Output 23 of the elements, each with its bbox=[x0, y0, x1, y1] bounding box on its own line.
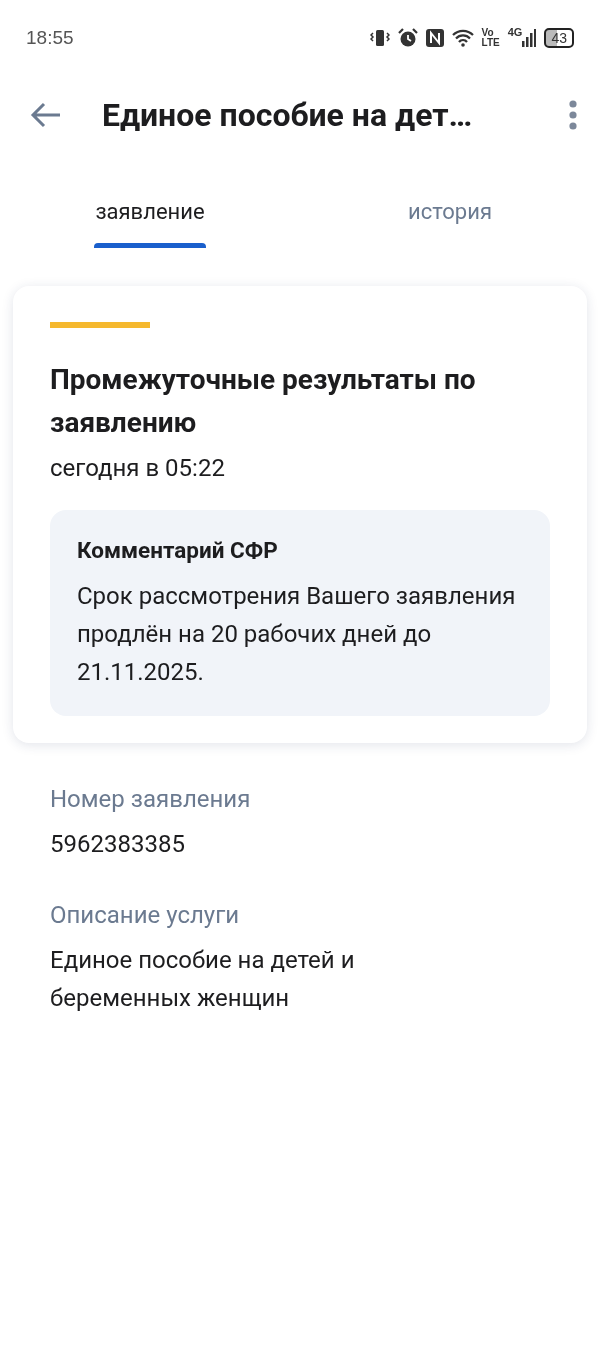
vibrate-icon bbox=[369, 29, 390, 47]
more-menu-button[interactable] bbox=[568, 100, 578, 130]
volte-label: LTE bbox=[481, 38, 500, 48]
field-label: Номер заявления bbox=[50, 785, 252, 813]
back-button[interactable] bbox=[30, 101, 62, 129]
tab[interactable]: история bbox=[300, 154, 600, 248]
battery-level: 43 bbox=[544, 28, 574, 48]
field-label: Описание услуги bbox=[50, 901, 241, 929]
signal-icon bbox=[522, 29, 537, 47]
comment-text: Срок рассмотрения Вашего заявления продлён на 20 рабочих дней до 21.11.2025. bbox=[77, 581, 517, 688]
card-date: сегодня в 05:22 bbox=[50, 454, 226, 482]
alarm-icon bbox=[397, 28, 418, 48]
wifi-icon bbox=[451, 29, 474, 47]
card-title: Промежуточные результаты по заявлению bbox=[50, 362, 477, 441]
volte-label: Vo bbox=[481, 28, 495, 38]
clock-time: 18:55 bbox=[26, 27, 74, 49]
field-value: Единое пособие на детей и беременных женщин bbox=[50, 945, 356, 1014]
network-type: 4G bbox=[507, 26, 523, 38]
field-value: 5962383385 bbox=[50, 829, 186, 860]
tab[interactable]: заявление bbox=[0, 154, 300, 248]
nfc-icon bbox=[425, 29, 444, 47]
comment-title: Комментарий СФР bbox=[77, 537, 279, 563]
page-title: Единое пособие на дет… bbox=[102, 96, 474, 134]
